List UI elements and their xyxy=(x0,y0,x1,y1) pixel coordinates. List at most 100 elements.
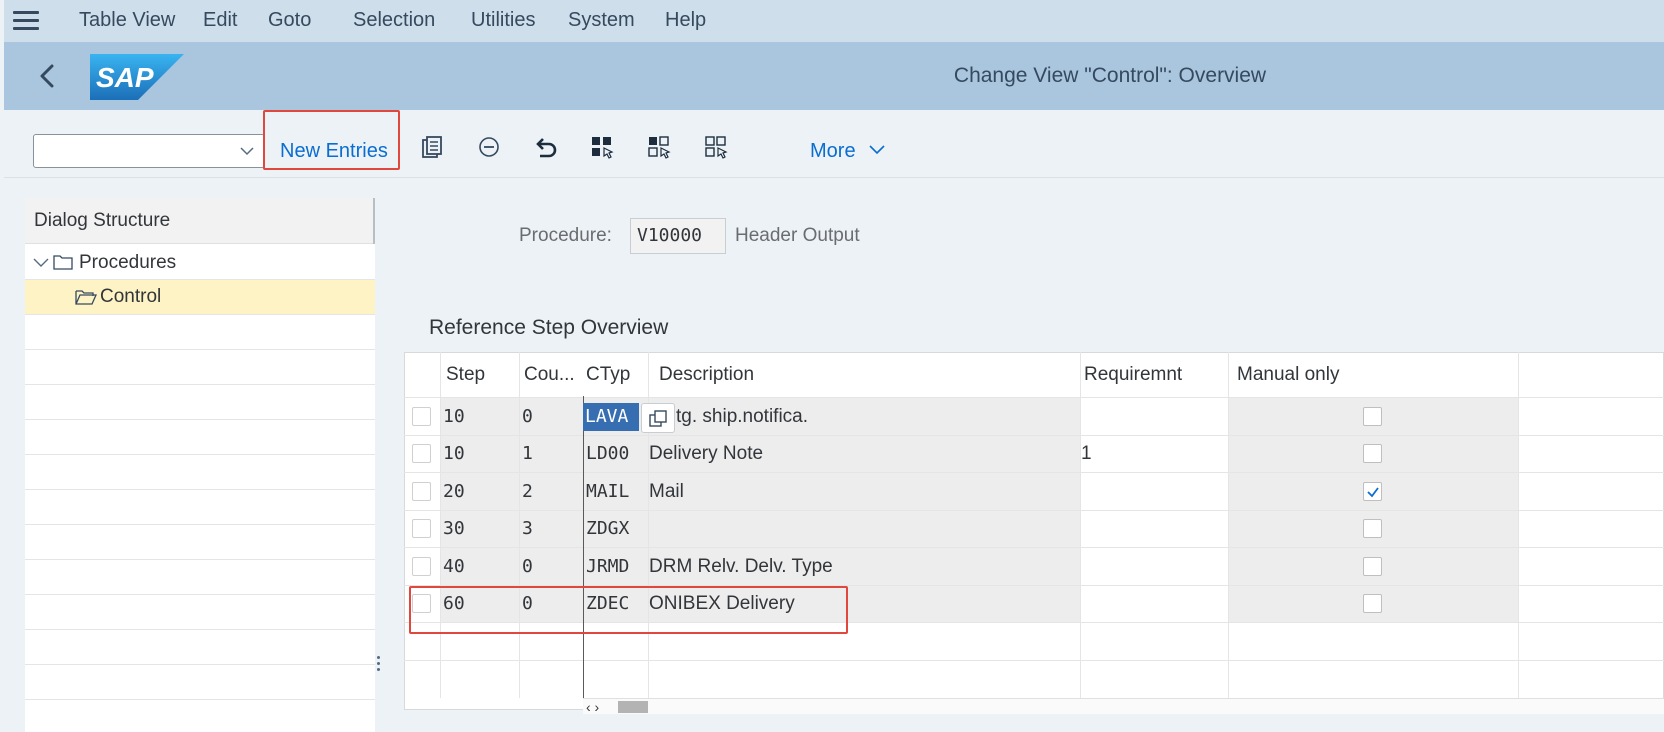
row-divider xyxy=(404,547,1664,548)
row-divider xyxy=(404,397,1664,398)
scrollbar-thumb[interactable] xyxy=(618,701,648,713)
dialog-structure-title: Dialog Structure xyxy=(34,210,171,231)
column-divider xyxy=(519,352,520,698)
manual-only-checkbox-checked[interactable] xyxy=(1363,482,1382,501)
cell-step[interactable]: 30 xyxy=(443,518,465,539)
tree-item-label: Control xyxy=(100,286,162,307)
cell-ctyp[interactable]: LD00 xyxy=(586,443,629,464)
menu-goto[interactable]: Goto xyxy=(268,9,311,32)
scroll-arrows[interactable]: ‹ › xyxy=(586,699,599,715)
manual-only-checkbox[interactable] xyxy=(1363,594,1382,613)
tree-item-control[interactable]: Control xyxy=(25,280,375,315)
tree-item-procedures[interactable]: Procedures xyxy=(25,245,375,280)
value-help-button[interactable] xyxy=(641,403,675,433)
tree-empty-row xyxy=(25,455,375,490)
manual-only-checkbox[interactable] xyxy=(1363,444,1382,463)
manual-only-checkbox[interactable] xyxy=(1363,557,1382,576)
column-divider xyxy=(1228,352,1229,698)
cell-ctyp[interactable]: MAIL xyxy=(586,481,629,502)
cell-ctyp[interactable]: JRMD xyxy=(586,556,629,577)
procedure-description: Header Output xyxy=(735,225,860,246)
back-icon[interactable] xyxy=(38,62,56,90)
tree-empty-row xyxy=(25,595,375,630)
more-chevron-down-icon[interactable] xyxy=(869,144,885,156)
copy-as-icon[interactable] xyxy=(418,133,446,161)
cell-counter[interactable]: 0 xyxy=(522,556,533,577)
column-header-ctyp[interactable]: CTyp xyxy=(586,364,630,386)
column-cursor-line xyxy=(583,396,584,698)
cell-description: tg. ship.notifica. xyxy=(676,406,809,427)
menu-selection[interactable]: Selection xyxy=(353,9,435,32)
menu-system[interactable]: System xyxy=(568,9,635,32)
column-divider xyxy=(440,352,441,698)
cell-requirement[interactable]: 1 xyxy=(1081,443,1092,465)
table-title: Reference Step Overview xyxy=(429,316,669,339)
select-all-icon[interactable] xyxy=(589,133,617,161)
checkmark-icon xyxy=(1367,487,1379,498)
column-header-requirement[interactable]: Requiremnt xyxy=(1084,364,1182,386)
shell-header xyxy=(4,42,1664,110)
manual-only-checkbox[interactable] xyxy=(1363,407,1382,426)
dialog-structure-header: Dialog Structure xyxy=(25,198,375,244)
hamburger-menu-icon[interactable] xyxy=(13,11,39,31)
cell-counter[interactable]: 1 xyxy=(522,443,533,464)
tree-empty-row xyxy=(25,525,375,560)
page-title: Change View "Control": Overview xyxy=(953,64,1267,87)
cell-step[interactable]: 40 xyxy=(443,556,465,577)
menu-edit[interactable]: Edit xyxy=(203,9,237,32)
cell-counter[interactable]: 0 xyxy=(522,406,533,427)
panel-header-divider xyxy=(373,198,375,244)
menu-utilities[interactable]: Utilities xyxy=(471,9,535,32)
folder-icon xyxy=(53,255,73,270)
tree-empty-row xyxy=(25,490,375,525)
row-selector[interactable] xyxy=(412,407,431,426)
cell-step[interactable]: 20 xyxy=(443,481,465,502)
column-header-manual-only[interactable]: Manual only xyxy=(1237,364,1339,386)
cell-step[interactable]: 10 xyxy=(443,406,465,427)
menu-bar xyxy=(4,0,1664,42)
cell-description: Mail xyxy=(649,481,684,502)
row-divider xyxy=(404,435,1664,436)
procedure-field: V10000 xyxy=(630,218,726,254)
select-block-icon[interactable] xyxy=(646,133,674,161)
command-dropdown[interactable] xyxy=(33,134,265,168)
cell-counter[interactable]: 3 xyxy=(522,518,533,539)
row-divider xyxy=(404,660,1664,661)
column-header-step[interactable]: Step xyxy=(446,364,485,386)
cell-counter[interactable]: 2 xyxy=(522,481,533,502)
sap-logo[interactable]: SAP xyxy=(90,54,184,100)
tree-empty-row xyxy=(25,560,375,595)
highlight-new-entries xyxy=(263,110,400,170)
tree-empty-row xyxy=(25,420,375,455)
highlight-zdec-row xyxy=(409,586,848,634)
value-help-icon xyxy=(649,410,667,427)
column-divider xyxy=(1080,352,1081,698)
row-selector[interactable] xyxy=(412,482,431,501)
cell-ctyp[interactable]: ZDGX xyxy=(586,518,629,539)
undo-icon[interactable] xyxy=(532,133,560,161)
delete-icon[interactable] xyxy=(475,133,503,161)
chevron-down-icon xyxy=(240,147,254,156)
tree-empty-row xyxy=(25,315,375,350)
tree-item-label: Procedures xyxy=(79,252,177,273)
cell-ctyp-selected[interactable]: LAVA xyxy=(583,403,639,431)
row-divider xyxy=(404,472,1664,473)
menu-table-view[interactable]: Table View xyxy=(79,9,175,32)
column-header-counter[interactable]: Cou... xyxy=(524,364,575,386)
procedure-label: Procedure: xyxy=(519,225,612,246)
horizontal-scrollbar[interactable] xyxy=(583,698,1664,714)
tree-empty-row xyxy=(25,385,375,420)
cell-step[interactable]: 10 xyxy=(443,443,465,464)
tree-empty-row xyxy=(25,350,375,385)
folder-open-icon xyxy=(75,290,97,305)
manual-only-checkbox[interactable] xyxy=(1363,519,1382,538)
deselect-all-icon[interactable] xyxy=(703,133,731,161)
row-selector[interactable] xyxy=(412,444,431,463)
column-header-description[interactable]: Description xyxy=(659,364,754,386)
panel-splitter-handle[interactable] xyxy=(377,656,380,672)
row-selector[interactable] xyxy=(412,557,431,576)
expand-chevron-icon[interactable] xyxy=(33,256,49,270)
more-button[interactable]: More xyxy=(810,133,856,169)
menu-help[interactable]: Help xyxy=(665,9,706,32)
row-selector[interactable] xyxy=(412,519,431,538)
